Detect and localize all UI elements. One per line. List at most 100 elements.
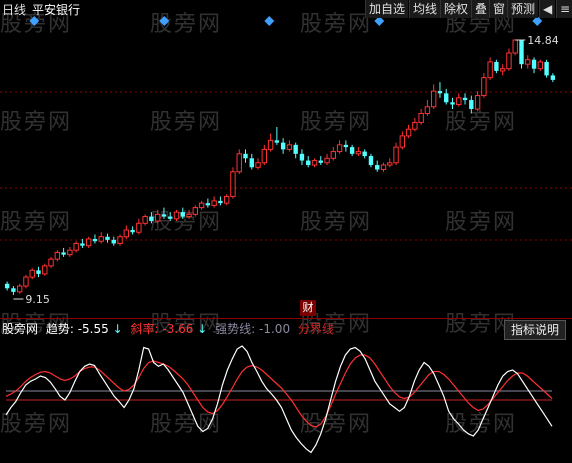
- candle-body: [161, 214, 167, 217]
- candle-body: [173, 211, 180, 220]
- low-price-label: 9.15: [25, 293, 49, 306]
- scroll-left-icon[interactable]: ◀: [539, 0, 556, 18]
- candle-body: [168, 216, 173, 219]
- strong-label: 强势线:: [215, 322, 256, 336]
- chart-canvas[interactable]: 14.84 9.15: [0, 0, 572, 463]
- candle-body: [375, 165, 380, 170]
- chart-header: 日线 平安银行: [2, 1, 86, 18]
- candle-body: [274, 140, 280, 143]
- add-watchlist-button[interactable]: 加自选: [365, 0, 409, 18]
- candle-body: [424, 106, 431, 114]
- candle-body: [11, 288, 16, 292]
- candle-body: [211, 200, 217, 206]
- slope-label: 斜率:: [130, 322, 159, 336]
- candle-body: [318, 160, 323, 163]
- ma-button[interactable]: 均线: [409, 0, 441, 18]
- trend-down-icon: ↓: [112, 322, 123, 336]
- candle-body: [412, 121, 418, 130]
- candle-body: [512, 39, 518, 54]
- candle-body: [474, 95, 481, 110]
- candle-body: [123, 229, 130, 238]
- close-icon[interactable]: ≡: [556, 0, 572, 18]
- candle-body: [198, 202, 205, 209]
- candle-body: [544, 61, 549, 76]
- candle-body: [330, 151, 337, 159]
- candle-body: [399, 135, 406, 148]
- candle-body: [393, 146, 399, 164]
- candle-body: [236, 153, 242, 173]
- trend-value: -5.55: [77, 322, 109, 336]
- high-price-label: 14.84: [527, 34, 559, 47]
- candle-body: [481, 77, 487, 97]
- exright-button[interactable]: 除权: [440, 0, 472, 18]
- candle-body: [430, 90, 437, 108]
- slope-down-icon: ↓: [197, 322, 208, 336]
- candle-body: [311, 160, 318, 166]
- candle-body: [154, 213, 161, 222]
- candle-body: [142, 216, 148, 224]
- candle-body: [499, 68, 506, 72]
- candle-body: [525, 59, 531, 65]
- pane-separator: [0, 318, 572, 319]
- candle-body: [80, 243, 85, 246]
- candle-body: [286, 144, 293, 150]
- trend-line: [5, 345, 553, 454]
- candle-body: [249, 158, 254, 168]
- trend-label: 趋势:: [45, 322, 74, 336]
- candle-body: [92, 238, 98, 242]
- indicator-explain-button[interactable]: 指标说明: [503, 320, 566, 340]
- candle-body: [85, 238, 92, 247]
- strong-value: -1.00: [259, 322, 291, 336]
- event-marker-icon: [264, 16, 275, 26]
- candle-body: [230, 171, 236, 197]
- candle-body: [550, 75, 556, 80]
- candle-body: [105, 236, 110, 240]
- candle-body: [293, 144, 298, 154]
- indicator-header: 股旁网 趋势: -5.55 ↓ 斜率: -3.66 ↓ 强势线: -1.00 分…: [2, 320, 338, 337]
- candle-body: [469, 100, 474, 110]
- event-marker-icon: [159, 16, 170, 26]
- candle-body: [306, 160, 311, 166]
- candle-body: [23, 276, 29, 287]
- candle-body: [42, 265, 48, 275]
- candle-body: [487, 61, 493, 79]
- candle-body: [355, 151, 362, 155]
- slope-value: -3.66: [162, 322, 194, 336]
- stock-name: 平安银行: [32, 3, 81, 17]
- candle-body: [280, 142, 286, 150]
- candle-body: [117, 236, 123, 244]
- candle-body: [4, 283, 10, 289]
- candle-body: [192, 207, 199, 215]
- candle-body: [67, 249, 73, 256]
- candle-body: [387, 162, 393, 166]
- candle-body: [494, 61, 499, 71]
- candle-body: [243, 153, 248, 159]
- candle-body: [444, 93, 449, 103]
- finance-event-badge[interactable]: 财: [300, 300, 316, 316]
- candle-body: [36, 270, 41, 274]
- candle-body: [437, 91, 443, 94]
- forecast-button[interactable]: 预测: [507, 0, 539, 18]
- candle-body: [380, 164, 387, 171]
- candle-body: [456, 97, 462, 106]
- boundary-label: 分界线: [297, 322, 334, 336]
- overlay-button[interactable]: 叠: [471, 0, 491, 18]
- candle-body: [336, 144, 343, 153]
- candle-body: [29, 269, 35, 278]
- candle-body: [299, 153, 305, 161]
- candle-body: [267, 139, 274, 150]
- candle-body: [111, 239, 116, 244]
- indicator-name: 股旁网: [2, 322, 39, 336]
- candle-body: [73, 242, 79, 251]
- period-label: 日线: [2, 3, 27, 17]
- candle-body: [343, 144, 349, 148]
- candle-body: [450, 102, 455, 105]
- candle-body: [136, 222, 142, 233]
- candle-body: [418, 112, 424, 123]
- candle-body: [324, 157, 330, 164]
- window-button[interactable]: 窗: [489, 0, 509, 18]
- candle-body: [531, 59, 537, 69]
- candle-body: [149, 216, 154, 222]
- candle-body: [349, 147, 355, 154]
- candle-body: [261, 148, 268, 164]
